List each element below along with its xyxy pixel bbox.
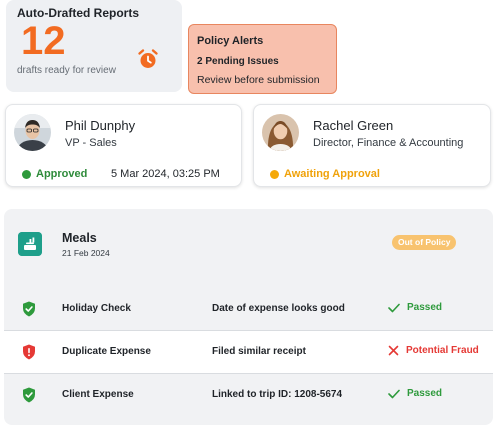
check-result: Potential Fraud [388, 345, 479, 356]
approver-card-phil[interactable]: Phil Dunphy VP - Sales Approved 5 Mar 20… [5, 104, 242, 187]
check-detail: Filed similar receipt [212, 346, 306, 357]
avatar [14, 114, 51, 151]
expense-panel-meals[interactable]: Meals 21 Feb 2024 Out of Policy Holiday … [4, 209, 493, 425]
alarm-clock-icon [138, 49, 158, 68]
checkmark-icon [388, 303, 400, 312]
approver-card-rachel[interactable]: Rachel Green Director, Finance & Account… [253, 104, 491, 187]
check-row-client[interactable]: Client Expense Linked to trip ID: 1208-5… [4, 374, 493, 416]
alerts-review-note: Review before submission [197, 74, 320, 86]
status-badge: Awaiting Approval [270, 168, 380, 180]
check-row-holiday[interactable]: Holiday Check Date of expense looks good… [4, 288, 493, 330]
approval-date: 5 Mar 2024, 03:25 PM [111, 168, 220, 180]
status-label: Awaiting Approval [284, 168, 380, 180]
status-label: Approved [36, 168, 88, 180]
approver-role: VP - Sales [65, 137, 117, 149]
policy-alerts-card[interactable]: Policy Alerts 2 Pending Issues Review be… [188, 24, 337, 94]
alerts-title: Policy Alerts [197, 35, 264, 47]
check-detail: Date of expense looks good [212, 303, 345, 314]
shield-alert-icon [23, 344, 35, 360]
check-result-label: Potential Fraud [406, 345, 479, 356]
status-badge: Approved [22, 168, 87, 180]
alerts-pending-issues: 2 Pending Issues [197, 56, 279, 67]
status-dot-icon [22, 169, 31, 179]
shield-check-icon [23, 387, 35, 403]
check-detail: Linked to trip ID: 1208-5674 [212, 389, 343, 400]
shield-check-icon [23, 301, 35, 317]
expense-category: Meals [62, 231, 97, 245]
auto-drafted-reports-card[interactable]: Auto-Drafted Reports 12 drafts ready for… [6, 0, 182, 92]
check-name: Duplicate Expense [62, 346, 151, 357]
approver-name: Rachel Green [313, 118, 394, 133]
check-row-duplicate[interactable]: Duplicate Expense Filed similar receipt … [4, 331, 493, 373]
reports-subtitle: drafts ready for review [17, 65, 116, 76]
status-dot-icon [270, 169, 279, 179]
x-mark-icon [388, 345, 399, 356]
check-name: Holiday Check [62, 303, 131, 314]
reports-title: Auto-Drafted Reports [17, 6, 139, 20]
check-result: Passed [388, 302, 442, 313]
approver-role: Director, Finance & Accounting [313, 137, 464, 149]
check-result-label: Passed [407, 388, 443, 399]
avatar [262, 114, 299, 151]
approver-name: Phil Dunphy [65, 118, 136, 133]
check-result: Passed [388, 388, 442, 399]
expense-date: 21 Feb 2024 [62, 248, 110, 258]
check-name: Client Expense [62, 389, 134, 400]
checkmark-icon [388, 389, 400, 398]
food-tray-icon [18, 232, 42, 256]
check-result-label: Passed [407, 302, 443, 313]
out-of-policy-badge: Out of Policy [392, 235, 457, 250]
reports-count: 12 [21, 19, 66, 63]
